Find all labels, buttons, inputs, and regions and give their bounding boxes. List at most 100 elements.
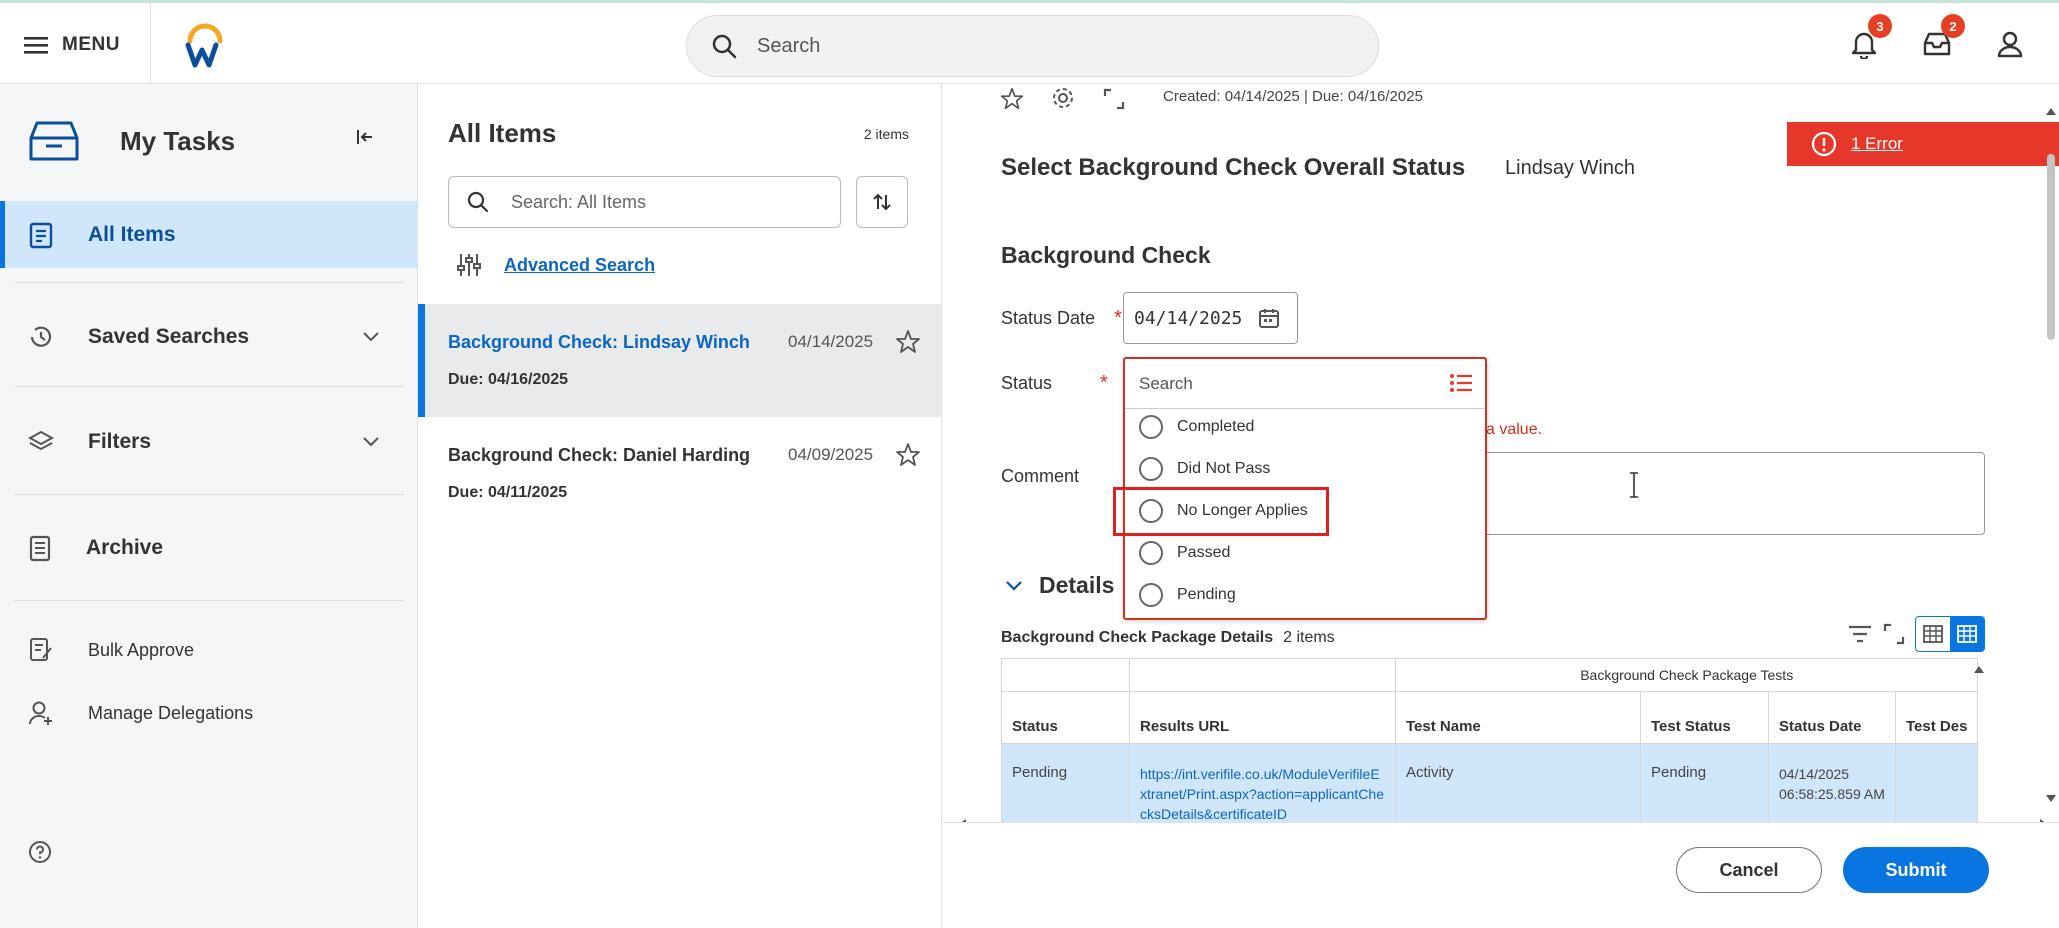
radio-button[interactable] [1139,415,1163,439]
list-item-title: Background Check: Daniel Harding [448,445,751,465]
notifications-badge: 3 [1868,14,1892,38]
menu-button[interactable]: MENU [24,25,120,65]
divider [14,282,404,283]
table-scroll-up-icon[interactable] [1973,664,1985,674]
column-header[interactable]: Results URL [1129,691,1396,744]
history-icon [30,326,52,347]
status-option-passed[interactable]: Passed [1139,541,1230,565]
sort-icon [873,193,891,211]
sidebar-item-manage-delegations[interactable]: Manage Delegations [0,682,418,744]
page-subject: Lindsay Winch [1505,157,1636,179]
status-date-label: Status Date * [1001,307,1122,329]
advanced-search: Advanced Search [456,252,655,278]
status-search-placeholder: Search [1139,373,1193,393]
table-toolbar [1847,616,1985,652]
grid-view-button[interactable] [1950,617,1984,651]
radio-button[interactable] [1139,457,1163,481]
scrollbar-thumb[interactable] [2047,154,2055,340]
table-row[interactable]: Pending https://int.verifile.co.uk/Modul… [1001,743,1979,833]
column-header[interactable]: Status Date [1768,691,1896,744]
details-toggle[interactable]: Details [1005,572,1114,599]
status-date-field[interactable]: 04/14/2025 [1123,292,1298,344]
sidebar-item-archive[interactable]: Archive [0,513,418,583]
list-search-placeholder: Search: All Items [511,191,647,212]
radio-button[interactable] [1139,541,1163,565]
star-icon[interactable] [894,328,922,356]
workday-logo[interactable] [182,21,228,69]
error-link[interactable]: 1 Error [1851,134,1903,154]
column-header[interactable]: Status [1001,691,1130,744]
cell-test-status: Pending [1640,743,1769,833]
list-item-due: Due: 04/16/2025 [448,371,569,388]
table-scroll-down-icon[interactable] [2045,794,2057,804]
collapse-sidebar-button[interactable] [356,128,374,151]
status-error-message: a value. [1486,421,1543,438]
option-label: Completed [1177,418,1255,435]
inbox-tray-icon [29,121,79,161]
inbox-button[interactable]: 2 [1915,14,1965,66]
package-details-label: Background Check Package Details 2 items [1001,629,1335,646]
package-details-table: Background Check Package Tests Status Re… [1001,658,1979,833]
hamburger-icon [24,37,48,54]
cell-status-date: 04/14/2025 06:58:25.859 AM [1768,743,1896,833]
scroll-up-icon[interactable] [2045,106,2057,116]
archive-icon [29,535,51,562]
results-url-link[interactable]: https://int.verifile.co.uk/ModuleVerifil… [1140,764,1385,824]
advanced-search-link[interactable]: Advanced Search [504,255,655,276]
text-cursor-icon [1630,472,1638,498]
sidebar-item-filters[interactable]: Filters [0,407,418,477]
profile-button[interactable] [1988,22,2032,66]
submit-button[interactable]: Submit [1843,847,1989,893]
column-header[interactable]: Test Name [1395,691,1641,744]
comment-label: Comment [1001,466,1080,486]
fullscreen-icon[interactable] [1883,623,1905,645]
global-header: MENU Search 3 2 [0,3,2059,84]
search-icon [712,34,737,59]
sort-button[interactable] [856,176,908,228]
star-icon[interactable] [894,441,922,469]
gear-icon[interactable] [1051,86,1075,110]
sidebar-item-saved-searches[interactable]: Saved Searches [0,302,418,372]
column-header[interactable]: Test Des [1894,691,1979,744]
sidebar-item-all-items[interactable]: All Items [0,201,418,268]
column-header[interactable]: Test Status [1640,691,1769,744]
table-group-header: Background Check Package Tests [1394,658,1979,692]
sliders-icon [457,254,481,276]
list-item[interactable]: Background Check: Lindsay Winch 04/14/20… [418,304,941,417]
list-item[interactable]: Background Check: Daniel Harding 04/09/2… [418,417,941,530]
cell-test-description [1894,743,1979,833]
option-label: Did Not Pass [1177,460,1271,477]
status-option-pending[interactable]: Pending [1139,583,1236,607]
status-option-did-not-pass[interactable]: Did Not Pass [1139,457,1270,481]
calendar-icon[interactable] [1258,307,1280,329]
radio-button[interactable] [1139,583,1163,607]
document-check-icon [30,638,52,661]
help-icon[interactable] [28,840,52,864]
search-icon [467,191,489,213]
global-search-input[interactable]: Search [686,15,1379,77]
collapse-left-icon [357,130,372,144]
view-toggle [1915,616,1985,652]
user-icon [1997,31,2023,58]
page-scrollbar[interactable] [2045,106,2057,666]
list-item-due: Due: 04/11/2025 [448,484,568,501]
cell-status: Pending [1001,743,1130,833]
sidebar-item-label: Bulk Approve [88,639,195,660]
sidebar-item-label: Archive [86,536,164,559]
list-search-input[interactable]: Search: All Items [448,176,841,228]
search-placeholder: Search [757,34,821,57]
error-banner[interactable]: 1 Error [1787,122,2059,166]
cancel-button[interactable]: Cancel [1676,847,1822,893]
status-option-completed[interactable]: Completed [1139,415,1254,439]
grid-icon [1957,625,1977,643]
status-search-input[interactable]: Search [1125,359,1485,409]
star-icon[interactable] [999,86,1025,112]
table-view-button[interactable] [1916,617,1950,651]
sidebar-item-bulk-approve[interactable]: Bulk Approve [0,620,418,680]
expand-icon[interactable] [1103,88,1125,110]
list-icon[interactable] [1449,372,1473,394]
header-divider [150,3,151,84]
filter-icon[interactable] [1847,624,1873,644]
notifications-button[interactable]: 3 [1842,14,1892,66]
created-due-info: Created: 04/14/2025 | Due: 04/16/2025 [1163,88,1423,105]
